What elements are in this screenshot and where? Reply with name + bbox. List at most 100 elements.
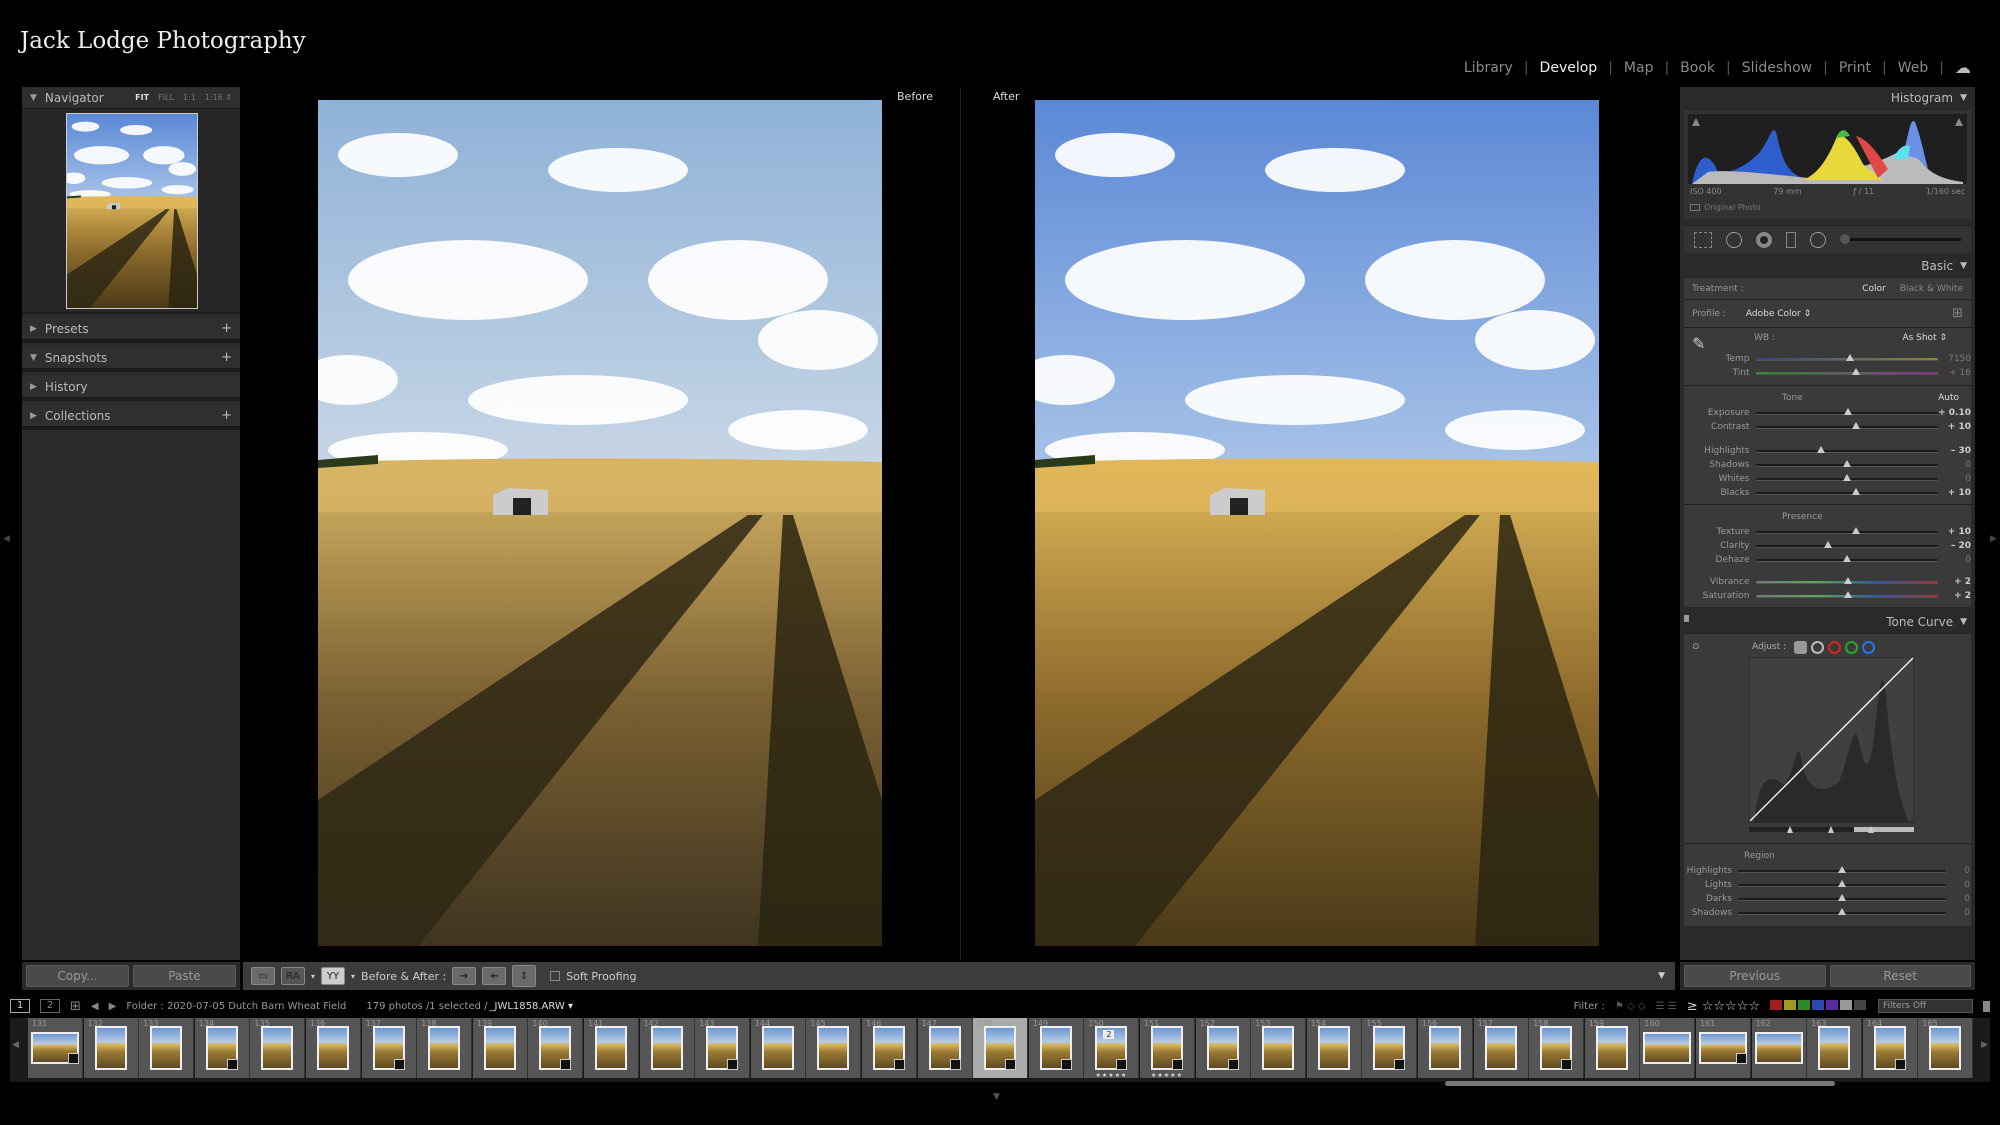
filmstrip-thumbnail[interactable]: 151 ★★★★★ <box>1140 1018 1195 1079</box>
back-arrow-icon[interactable]: ◀ <box>91 1001 99 1012</box>
snapshots-header[interactable]: ▼ Snapshots + <box>22 347 240 369</box>
slider-thumb[interactable] <box>1842 459 1851 467</box>
slider-value[interactable]: + 2 <box>1938 591 1971 601</box>
main-window-button[interactable]: 1 <box>10 999 30 1013</box>
slider-track[interactable] <box>1738 893 1946 901</box>
collections-header[interactable]: ▶ Collections + <box>22 405 240 427</box>
slider-value[interactable]: – 20 <box>1938 541 1971 551</box>
original-photo-toggle[interactable]: Original Photo <box>1688 199 1967 216</box>
filmstrip-right-arrow-icon[interactable]: ▶ <box>1981 1040 1988 1050</box>
module-slideshow[interactable]: Slideshow <box>1731 60 1823 76</box>
filmstrip-thumbnail[interactable]: 137 <box>361 1018 417 1078</box>
dropdown-arrow-icon[interactable]: ▾ <box>311 972 315 981</box>
slider-track[interactable] <box>1755 473 1938 481</box>
disclosure-triangle-icon[interactable]: ▶ <box>30 324 37 334</box>
slider-thumb[interactable] <box>1851 526 1860 534</box>
slider-thumb[interactable] <box>1838 893 1846 901</box>
slider-value[interactable]: 0 <box>1946 908 1970 918</box>
slider-track[interactable] <box>1738 907 1946 915</box>
disclosure-triangle-icon[interactable]: ▶ <box>30 382 37 392</box>
filmstrip-thumbnail[interactable]: 155 <box>1362 1018 1418 1078</box>
navigator-preview[interactable] <box>22 109 240 314</box>
basic-header[interactable]: Basic ▼ <box>1680 255 1975 277</box>
add-icon[interactable]: + <box>221 408 232 423</box>
zoom-fit[interactable]: FIT <box>135 93 149 102</box>
color-label-5[interactable] <box>1840 999 1852 1010</box>
filmstrip-thumbnail[interactable]: 138 <box>417 1018 473 1078</box>
slider-value[interactable]: 7150 <box>1938 354 1971 364</box>
slider-track[interactable] <box>1755 554 1938 562</box>
spot-removal-icon[interactable] <box>1726 231 1742 248</box>
slider-value[interactable]: 0 <box>1938 460 1971 470</box>
slider-track[interactable] <box>1755 487 1938 495</box>
filmstrip-thumbnail[interactable]: 153 <box>1251 1018 1307 1078</box>
filmstrip-thumbnail[interactable]: 165 <box>1918 1018 1974 1078</box>
slider-thumb[interactable] <box>1851 487 1860 495</box>
filmstrip-thumbnail[interactable]: 145 <box>806 1018 862 1078</box>
filmstrip-thumbnail[interactable]: 146 <box>862 1018 917 1078</box>
slider-track[interactable] <box>1755 590 1938 598</box>
slider-track[interactable] <box>1755 576 1938 584</box>
filmstrip-thumbnail[interactable]: 164 <box>1862 1018 1918 1078</box>
color-label-2[interactable] <box>1798 999 1810 1010</box>
slider-track[interactable] <box>1755 407 1938 415</box>
slider-track[interactable] <box>1738 865 1946 873</box>
yy-view-button[interactable]: YY <box>321 967 346 985</box>
brush-slider[interactable] <box>1840 234 1961 244</box>
copy-after-to-before-button[interactable]: ➔ <box>482 967 507 985</box>
toolbar-menu-icon[interactable]: ▼ <box>1658 971 1665 981</box>
zoom-fill[interactable]: FILL <box>158 93 174 102</box>
swap-before-after-button[interactable]: ⇕ <box>512 965 537 987</box>
auto-tone-button[interactable]: Auto <box>1938 393 1959 403</box>
color-label-0[interactable] <box>1770 999 1782 1010</box>
color-label-4[interactable] <box>1826 999 1838 1010</box>
filmstrip-thumbnail[interactable]: 161 <box>1696 1018 1751 1078</box>
slider-track[interactable] <box>1755 459 1938 467</box>
filmstrip-thumbnail[interactable]: 150 2 ★★★★★ <box>1084 1018 1140 1079</box>
filmstrip-thumbnail[interactable]: 140 <box>528 1018 584 1078</box>
slider-value[interactable]: + 10 <box>1938 488 1971 498</box>
slider-thumb[interactable] <box>1838 865 1846 873</box>
filmstrip-thumbnail[interactable]: 133 <box>139 1018 195 1078</box>
filter-lock-icon[interactable] <box>1983 1000 1990 1012</box>
zoom-1-1[interactable]: 1:1 <box>183 93 196 102</box>
disclosure-triangle-icon[interactable]: ▶ <box>30 411 37 421</box>
slider-track[interactable] <box>1755 445 1938 453</box>
treatment-bw-button[interactable]: Black & White <box>1900 284 1963 294</box>
tone-curve-graph[interactable] <box>1749 657 1914 847</box>
color-label-6[interactable] <box>1854 999 1866 1010</box>
filmstrip-thumbnail[interactable]: 163 <box>1807 1018 1863 1078</box>
color-label-filter[interactable] <box>1770 999 1868 1013</box>
filmstrip-thumbnail[interactable]: 147 <box>917 1018 973 1078</box>
panel-switch-icon[interactable] <box>1684 615 1689 622</box>
point-curve-green-icon[interactable] <box>1845 640 1859 654</box>
parametric-curve-icon[interactable] <box>1794 640 1808 654</box>
point-curve-rgb-icon[interactable] <box>1811 640 1825 654</box>
history-header[interactable]: ▶ History <box>22 376 240 398</box>
slider-value[interactable]: + 10 <box>1938 422 1971 432</box>
module-develop[interactable]: Develop <box>1529 60 1609 76</box>
slider-value[interactable]: 0 <box>1946 880 1970 890</box>
slider-track[interactable] <box>1755 353 1938 361</box>
slider-thumb[interactable] <box>1838 879 1846 887</box>
zoom-1-16[interactable]: 1:16 ⇕ <box>205 93 232 102</box>
slider-thumb[interactable] <box>1846 353 1855 361</box>
slider-track[interactable] <box>1755 421 1938 429</box>
edit-filter-icon[interactable]: ☰ ☰ <box>1656 1001 1677 1012</box>
paste-button[interactable]: Paste <box>133 965 236 987</box>
filmstrip-thumbnail[interactable]: 132 <box>83 1018 139 1078</box>
slider-thumb[interactable] <box>1844 590 1853 598</box>
slider-value[interactable]: 0 <box>1938 555 1971 565</box>
before-photo[interactable] <box>318 100 882 946</box>
checkbox-icon[interactable] <box>1690 204 1700 211</box>
add-icon[interactable]: + <box>221 321 232 336</box>
navigator-thumbnail[interactable] <box>66 113 198 309</box>
left-panel-toggle-icon[interactable]: ◀ <box>3 534 10 544</box>
collapse-triangle-icon[interactable]: ▼ <box>1960 617 1967 627</box>
filmstrip-thumbnail[interactable]: 162 <box>1751 1018 1807 1078</box>
grid-view-icon[interactable]: ⊞ <box>70 999 81 1014</box>
filmstrip-scrollbar[interactable] <box>1445 1081 1835 1086</box>
forward-arrow-icon[interactable]: ▶ <box>109 1001 117 1012</box>
add-icon[interactable]: + <box>221 350 232 365</box>
module-book[interactable]: Book <box>1669 60 1726 76</box>
